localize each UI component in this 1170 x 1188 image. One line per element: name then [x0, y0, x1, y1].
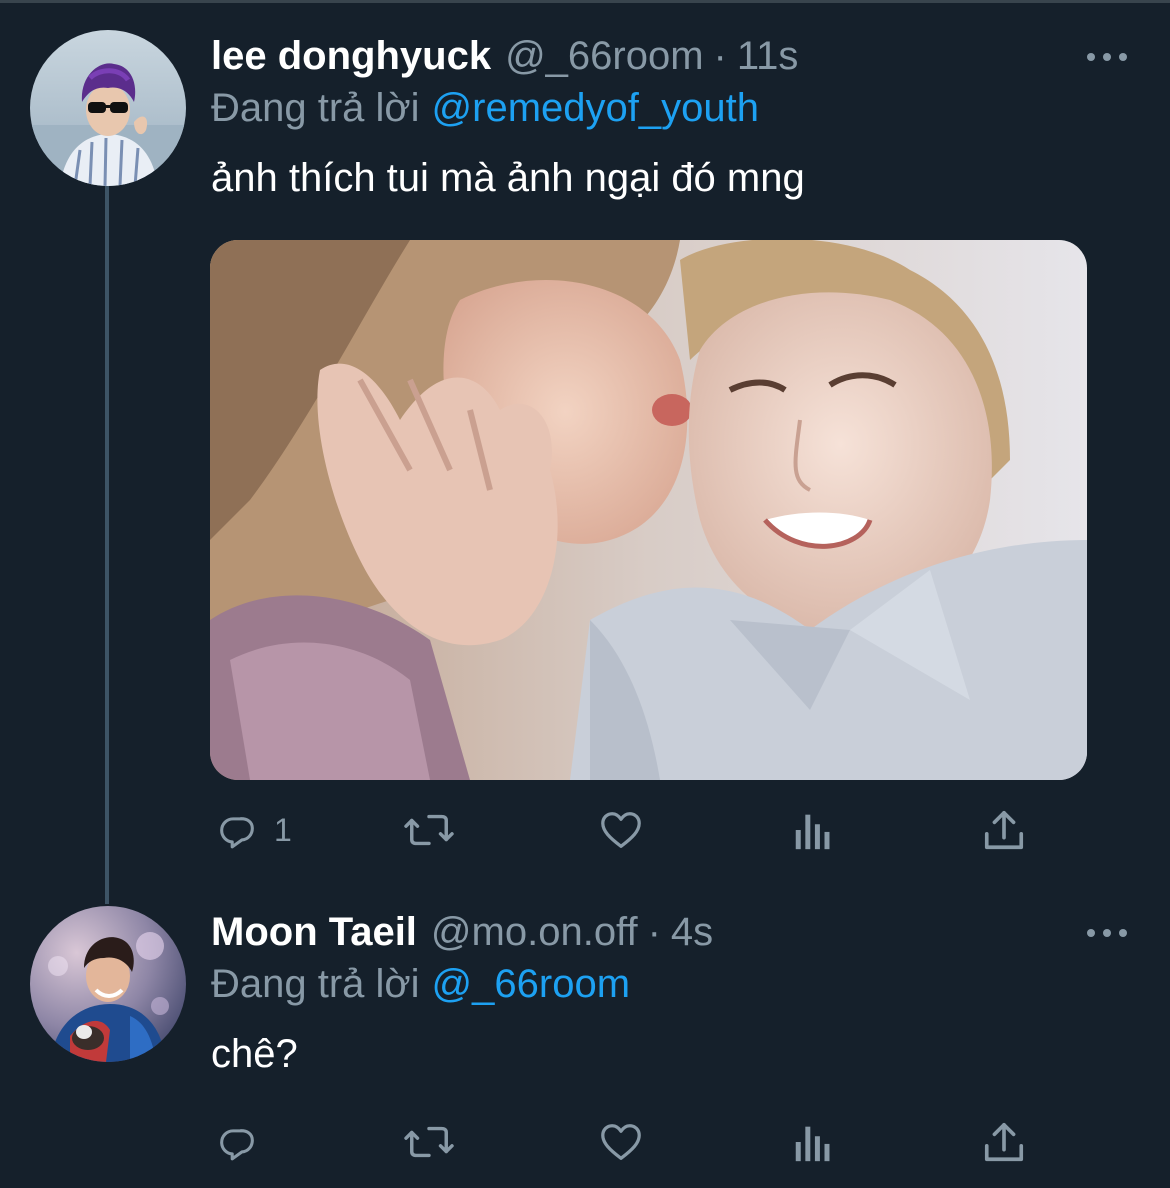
top-divider — [0, 0, 1170, 3]
more-icon[interactable] — [1087, 926, 1127, 940]
timestamp[interactable]: 4s — [671, 910, 713, 955]
tweet-text: chê? — [211, 1032, 298, 1076]
mention-link[interactable]: @_66room — [432, 962, 630, 1006]
separator-dot: · — [647, 910, 661, 954]
reply-icon — [214, 807, 260, 853]
timestamp[interactable]: 11s — [737, 34, 799, 79]
tweet-header: Moon Taeil @mo.on.off · 4s — [211, 910, 713, 962]
share-icon — [982, 1119, 1026, 1165]
retweet-button[interactable] — [402, 1112, 456, 1172]
analytics-button[interactable] — [793, 1112, 833, 1172]
reply-count: 1 — [274, 811, 292, 848]
analytics-icon — [793, 1119, 833, 1165]
share-button[interactable] — [982, 1112, 1026, 1172]
username[interactable]: @_66room — [505, 34, 703, 79]
like-button[interactable] — [597, 1112, 645, 1172]
analytics-icon — [793, 807, 833, 853]
more-icon[interactable] — [1087, 50, 1127, 64]
reply-icon — [214, 1119, 260, 1165]
like-button[interactable] — [597, 800, 645, 860]
thread-connector-line — [105, 186, 109, 904]
like-icon — [597, 807, 645, 853]
tweet-header: lee donghyuck @_66room · 11s — [211, 34, 798, 86]
replying-to: Đang trả lời @_66room — [211, 962, 630, 1007]
reply-button[interactable] — [214, 1112, 260, 1172]
avatar[interactable] — [30, 906, 186, 1062]
tweet-photo[interactable] — [210, 240, 1087, 780]
retweet-icon — [402, 807, 456, 853]
share-button[interactable] — [982, 800, 1026, 860]
reply-button[interactable]: 1 — [214, 800, 292, 860]
separator-dot: · — [713, 34, 727, 78]
tweet-actions: 1 — [0, 800, 1170, 860]
retweet-icon — [402, 1119, 456, 1165]
retweet-button[interactable] — [402, 800, 456, 860]
share-icon — [982, 807, 1026, 853]
like-icon — [597, 1119, 645, 1165]
avatar[interactable] — [30, 30, 186, 186]
replying-to-label: Đang trả lời — [211, 962, 420, 1006]
username[interactable]: @mo.on.off — [431, 910, 638, 955]
tweet-text: ảnh thích tui mà ảnh ngại đó mng — [211, 156, 805, 200]
mention-link[interactable]: @remedyof_youth — [432, 86, 759, 130]
analytics-button[interactable] — [793, 800, 833, 860]
replying-to-label: Đang trả lời — [211, 86, 420, 130]
display-name[interactable]: lee donghyuck — [211, 34, 491, 79]
display-name[interactable]: Moon Taeil — [211, 910, 417, 955]
replying-to: Đang trả lời @remedyof_youth — [211, 86, 759, 131]
tweet-actions — [0, 1112, 1170, 1172]
